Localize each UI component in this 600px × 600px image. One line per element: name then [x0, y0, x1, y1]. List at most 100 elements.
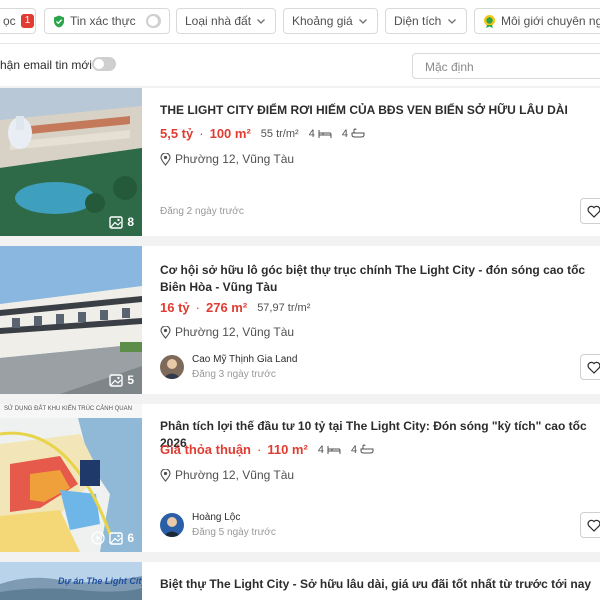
sort-label: Mặc định [425, 60, 474, 74]
heart-icon [587, 205, 600, 218]
chevron-down-icon [257, 19, 265, 24]
listing-price: 16 tỷ [160, 300, 190, 315]
bedroom-count: 4 [317, 443, 324, 456]
bedroom-count: 4 [308, 127, 315, 140]
listing-title[interactable]: Biệt thự The Light City - Sở hữu lâu dài… [160, 576, 600, 593]
filter-count-badge: 1 [20, 14, 35, 28]
listing-area: 100 m² [209, 126, 251, 141]
listing-agent[interactable]: Hoàng Lộc Đăng 5 ngày trước [160, 512, 276, 538]
save-listing-button[interactable] [580, 512, 600, 538]
location-pin-icon [160, 152, 171, 166]
listing-card[interactable]: SỬ DỤNG ĐẤT KHU KIẾN TRÚC CẢNH QUAN 6 Ph… [0, 404, 600, 552]
avatar [160, 513, 184, 537]
photo-count-value: 6 [127, 531, 134, 545]
masterplan-map [0, 404, 142, 552]
listing-location: Phường 12, Vũng Tàu [160, 325, 294, 339]
listing-posted-time: Đăng 3 ngày trước [192, 369, 276, 380]
photo-count: 6 [91, 531, 134, 545]
verified-filter-label: Tin xác thực [70, 14, 136, 28]
listing-thumbnail[interactable]: SỬ DỤNG ĐẤT KHU KIẾN TRÚC CẢNH QUAN 6 [0, 404, 142, 552]
sort-dropdown[interactable]: Mặc định [412, 53, 600, 79]
save-listing-button[interactable] [580, 198, 600, 224]
listing-price: Giá thỏa thuận [160, 442, 251, 457]
listing-price-per-m2: 55 tr/m² [260, 127, 299, 140]
listing-thumbnail[interactable]: 5 [0, 246, 142, 394]
listing-price-row: Giá thỏa thuận · 110 m² 4 4 [160, 442, 374, 457]
listing-bedrooms: 4 [318, 444, 341, 456]
verified-filter[interactable]: Tin xác thực [44, 8, 170, 34]
listing-title[interactable]: Cơ hội sở hữu lô góc biệt thự trục chính… [160, 262, 600, 296]
chevron-down-icon [448, 19, 456, 24]
listing-posted-time: Đăng 2 ngày trước [160, 206, 244, 217]
listing-area: 276 m² [205, 300, 248, 315]
location-pin-icon [160, 325, 171, 339]
bed-icon [318, 129, 332, 138]
property-type-dropdown[interactable]: Loại nhà đất [176, 8, 276, 34]
price-range-label: Khoảng giá [292, 14, 353, 28]
listing-location-text: Phường 12, Vũng Tàu [175, 152, 295, 166]
email-alert-row: hận email tin mới Mặc định [0, 44, 600, 86]
listing-thumbnail[interactable]: 8 [0, 88, 142, 236]
avatar [160, 355, 184, 379]
listing-thumbnail[interactable]: Dự án The Light City [0, 562, 142, 600]
bathroom-count: 4 [350, 443, 358, 456]
agent-name: Cao Mỹ Thịnh Gia Land [192, 354, 298, 365]
villa-photo [0, 246, 142, 394]
listing-agent[interactable]: Cao Mỹ Thịnh Gia Land Đăng 3 ngày trước [160, 354, 297, 380]
heart-icon [587, 361, 600, 374]
separator-dot: · [257, 442, 262, 457]
listing-posted-time: Đăng 5 ngày trước [192, 527, 276, 538]
listing-card[interactable]: Dự án The Light City Biệt thự The Light … [0, 562, 600, 600]
image-icon [109, 373, 124, 387]
save-listing-button[interactable] [580, 354, 600, 380]
photo-count-value: 5 [127, 373, 134, 387]
email-alert-toggle[interactable] [92, 57, 116, 71]
listing-card[interactable]: 5 Cơ hội sở hữu lô góc biệt thự trục chí… [0, 246, 600, 394]
listing-location-text: Phường 12, Vũng Tàu [175, 325, 295, 339]
filter-chip-more[interactable]: ọc 1 [0, 8, 36, 34]
area-dropdown[interactable]: Diện tích [385, 8, 467, 34]
listing-location-text: Phường 12, Vũng Tàu [175, 468, 295, 482]
bathtub-icon [351, 128, 365, 138]
listing-price-per-m2: 57,97 tr/m² [257, 301, 311, 314]
thumb-caption: Dự án The Light City [58, 576, 142, 586]
photo-count-value: 8 [127, 215, 134, 229]
broker-badge-icon [483, 14, 496, 28]
listing-area: 110 m² [267, 442, 308, 457]
listing-card[interactable]: 8 THE LIGHT CITY ĐIỂM RƠI HIẾM CỦA BĐS V… [0, 88, 600, 236]
listing-price-row: 5,5 tỷ · 100 m² 55 tr/m² 4 4 [160, 126, 365, 141]
property-type-label: Loại nhà đất [185, 14, 252, 28]
email-alert-label: hận email tin mới [0, 58, 92, 72]
professional-broker-filter[interactable]: Môi giới chuyên nghi [474, 8, 600, 34]
image-icon [109, 531, 124, 545]
heart-icon [587, 519, 600, 532]
aerial-photo [0, 88, 142, 236]
listing-title[interactable]: THE LIGHT CITY ĐIỂM RƠI HIẾM CỦA BĐS VEN… [160, 102, 600, 119]
area-label: Diện tích [394, 14, 442, 28]
filter-chip-more-label: ọc [3, 14, 16, 28]
listing-price-row: 16 tỷ · 276 m² 57,97 tr/m² [160, 300, 310, 315]
bed-icon [327, 445, 341, 454]
separator-dot: · [195, 300, 200, 315]
chevron-down-icon [359, 19, 367, 24]
verified-shield-icon [53, 15, 65, 28]
bathroom-count: 4 [341, 127, 348, 140]
image-icon [109, 215, 124, 229]
listing-price: 5,5 tỷ [160, 126, 194, 141]
price-range-dropdown[interactable]: Khoảng giá [283, 8, 378, 34]
location-pin-icon [160, 468, 171, 482]
thumb-caption: SỬ DỤNG ĐẤT KHU KIẾN TRÚC CẢNH QUAN [4, 406, 132, 412]
video-play-icon [91, 531, 105, 545]
listing-bedrooms: 4 [309, 128, 332, 140]
photo-count: 8 [109, 215, 134, 229]
agent-name: Hoàng Lộc [192, 512, 241, 523]
bathtub-icon [360, 444, 374, 454]
listing-location: Phường 12, Vũng Tàu [160, 468, 294, 482]
broker-filter-label: Môi giới chuyên nghi [501, 14, 600, 28]
listing-bathrooms: 4 [351, 444, 374, 456]
verified-toggle[interactable] [145, 14, 161, 28]
listing-location: Phường 12, Vũng Tàu [160, 152, 294, 166]
listing-bathrooms: 4 [342, 128, 365, 140]
separator-dot: · [199, 126, 204, 141]
photo-count: 5 [109, 373, 134, 387]
